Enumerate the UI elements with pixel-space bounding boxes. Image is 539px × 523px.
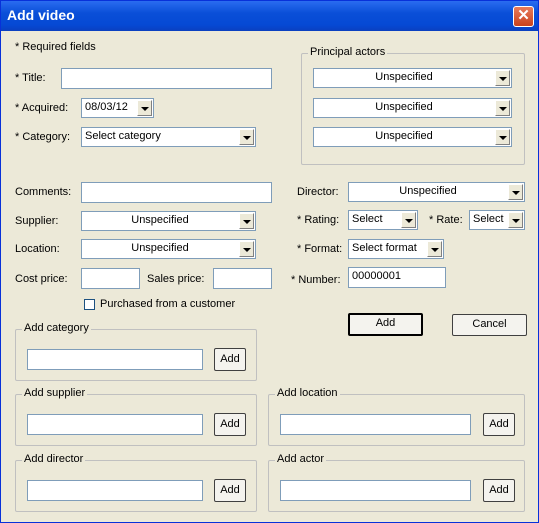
chevron-down-icon[interactable] [495,70,510,86]
add-location-button[interactable]: Add [483,413,515,436]
add-supplier-button[interactable]: Add [214,413,246,436]
add-director-button[interactable]: Add [214,479,246,502]
add-actor-legend: Add actor [275,453,327,465]
rating-select[interactable]: Select [348,210,418,230]
title-input[interactable] [61,68,272,89]
category-select[interactable]: Select category [81,127,256,147]
director-value: Unspecified [399,185,457,197]
director-select[interactable]: Unspecified [348,182,525,202]
add-category-input[interactable] [27,349,203,370]
add-category-button[interactable]: Add [214,348,246,371]
chevron-down-icon[interactable] [495,100,510,116]
purchased-checkbox[interactable] [84,299,95,310]
required-fields-note: * Required fields [15,41,96,53]
category-value: Select category [85,130,161,142]
director-label: Director: [297,186,339,198]
chevron-down-icon[interactable] [508,184,523,200]
chevron-down-icon[interactable] [401,212,416,228]
principal-actor-select-1[interactable]: Unspecified [313,68,512,88]
principal-actor-value-2: Unspecified [375,101,433,113]
number-input[interactable]: 00000001 [348,267,446,288]
cancel-button[interactable]: Cancel [452,314,527,336]
location-select[interactable]: Unspecified [81,239,256,259]
add-supplier-input[interactable] [27,414,203,435]
chevron-down-icon[interactable] [239,241,254,257]
rate-value: Select [473,213,504,225]
supplier-select[interactable]: Unspecified [81,211,256,231]
rate-label: * Rate: [429,214,463,226]
acquired-date-value: 08/03/12 [85,101,128,113]
acquired-label: * Acquired: [15,102,69,114]
principal-actor-select-3[interactable]: Unspecified [313,127,512,147]
add-actor-input[interactable] [280,480,471,501]
title-bar[interactable]: Add video ✕ [1,1,538,31]
add-video-dialog: Add video ✕ * Required fields * Title: *… [0,0,539,523]
supplier-value: Unspecified [131,214,189,226]
cost-price-label: Cost price: [15,273,68,285]
add-category-legend: Add category [22,322,91,334]
add-location-input[interactable] [280,414,471,435]
principal-actor-value-3: Unspecified [375,130,433,142]
purchased-checkbox-label: Purchased from a customer [100,298,236,310]
sales-price-input[interactable] [213,268,272,289]
rating-value: Select [352,213,383,225]
principal-actor-value-1: Unspecified [375,71,433,83]
title-label: * Title: [15,72,46,84]
format-value: Select format [352,242,417,254]
location-label: Location: [15,243,60,255]
format-label: * Format: [297,243,343,255]
location-value: Unspecified [131,242,189,254]
add-director-input[interactable] [27,480,203,501]
rate-select[interactable]: Select [469,210,525,230]
cost-price-input[interactable] [81,268,140,289]
category-label: * Category: [15,131,71,143]
chevron-down-icon[interactable] [137,100,152,116]
add-director-legend: Add director [22,453,86,465]
comments-input[interactable] [81,182,272,203]
close-icon[interactable]: ✕ [513,6,534,27]
chevron-down-icon[interactable] [239,129,254,145]
number-label: * Number: [291,274,341,286]
acquired-date-picker[interactable]: 08/03/12 [81,98,154,118]
chevron-down-icon[interactable] [239,213,254,229]
add-actor-button[interactable]: Add [483,479,515,502]
principal-actor-select-2[interactable]: Unspecified [313,98,512,118]
sales-price-label: Sales price: [147,273,205,285]
supplier-label: Supplier: [15,215,59,227]
comments-label: Comments: [15,186,72,198]
add-location-legend: Add location [275,387,340,399]
chevron-down-icon[interactable] [427,241,442,257]
chevron-down-icon[interactable] [508,212,523,228]
rating-label: * Rating: [297,214,340,226]
principal-actors-legend: Principal actors [308,46,388,58]
chevron-down-icon[interactable] [495,129,510,145]
add-button[interactable]: Add [348,313,423,336]
window-title: Add video [7,7,75,23]
format-select[interactable]: Select format [348,239,444,259]
add-supplier-legend: Add supplier [22,387,88,399]
